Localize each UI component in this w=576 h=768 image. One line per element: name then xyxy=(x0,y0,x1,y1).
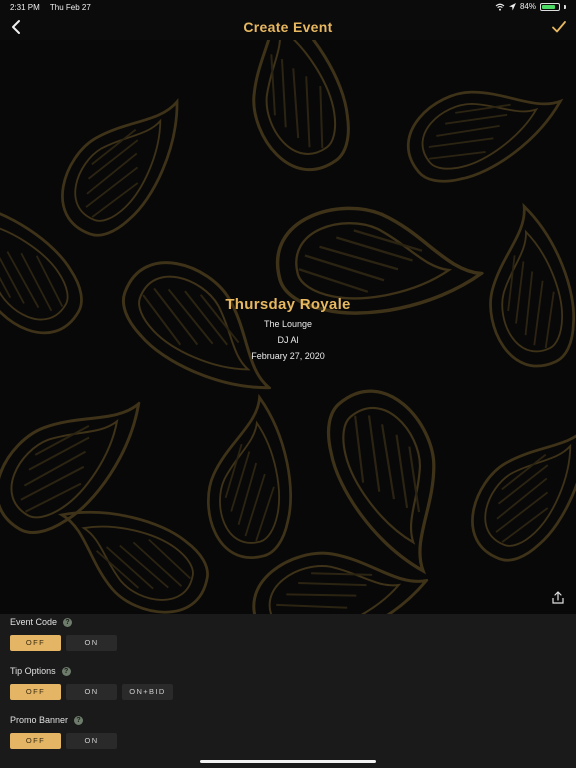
share-button[interactable] xyxy=(550,590,566,606)
event-code-setting: Event Code ? OFF ON xyxy=(10,616,117,651)
event-banner: Thursday Royale The Lounge DJ Al Februar… xyxy=(0,40,576,614)
battery-level xyxy=(542,4,556,9)
event-date: February 27, 2020 xyxy=(251,351,325,361)
status-time: 2:31 PM xyxy=(10,3,40,12)
checkmark-icon xyxy=(552,21,566,33)
event-info: Thursday Royale The Lounge DJ Al Februar… xyxy=(0,296,576,361)
help-icon[interactable]: ? xyxy=(74,715,84,725)
event-code-on-button[interactable]: ON xyxy=(66,635,117,651)
promo-banner-toggle: OFF ON xyxy=(10,733,117,749)
home-indicator[interactable] xyxy=(200,760,376,763)
event-code-label-row: Event Code ? xyxy=(10,616,117,628)
status-date: Thu Feb 27 xyxy=(49,3,91,12)
navigation-bar: Create Event xyxy=(0,14,576,40)
help-icon[interactable]: ? xyxy=(61,666,71,676)
promo-banner-setting: Promo Banner ? OFF ON xyxy=(10,714,117,749)
wifi-icon xyxy=(495,3,505,11)
promo-banner-label: Promo Banner xyxy=(10,715,69,725)
promo-banner-on-button[interactable]: ON xyxy=(66,733,117,749)
location-icon xyxy=(508,2,516,10)
tip-options-setting: Tip Options ? OFF ON ON+BID xyxy=(10,665,173,700)
page-title: Create Event xyxy=(243,19,333,35)
settings-panel: Event Code ? OFF ON Tip Options ? OFF ON… xyxy=(0,614,576,768)
status-bar: 2:31 PM Thu Feb 27 84% xyxy=(0,0,576,14)
event-dj: DJ Al xyxy=(277,335,299,345)
tip-options-on-button[interactable]: ON xyxy=(66,684,117,700)
tip-options-on-bid-button[interactable]: ON+BID xyxy=(122,684,173,700)
event-title: Thursday Royale xyxy=(225,296,351,313)
event-code-toggle: OFF ON xyxy=(10,635,117,651)
share-icon xyxy=(552,591,564,604)
tip-options-label: Tip Options xyxy=(10,666,56,676)
tip-options-label-row: Tip Options ? xyxy=(10,665,173,677)
status-left: 2:31 PM Thu Feb 27 xyxy=(10,3,99,12)
help-icon[interactable]: ? xyxy=(63,617,73,627)
event-code-off-button[interactable]: OFF xyxy=(10,635,61,651)
tip-options-toggle: OFF ON ON+BID xyxy=(10,684,173,700)
battery-icon xyxy=(540,2,560,11)
tip-options-off-button[interactable]: OFF xyxy=(10,684,61,700)
battery-percent: 84% xyxy=(519,2,536,11)
status-right: 84% xyxy=(495,2,566,11)
event-code-label: Event Code xyxy=(10,617,58,627)
battery-cap xyxy=(564,4,566,9)
event-venue: The Lounge xyxy=(263,319,313,329)
done-button[interactable] xyxy=(550,18,568,36)
promo-banner-label-row: Promo Banner ? xyxy=(10,714,117,726)
promo-banner-off-button[interactable]: OFF xyxy=(10,733,61,749)
